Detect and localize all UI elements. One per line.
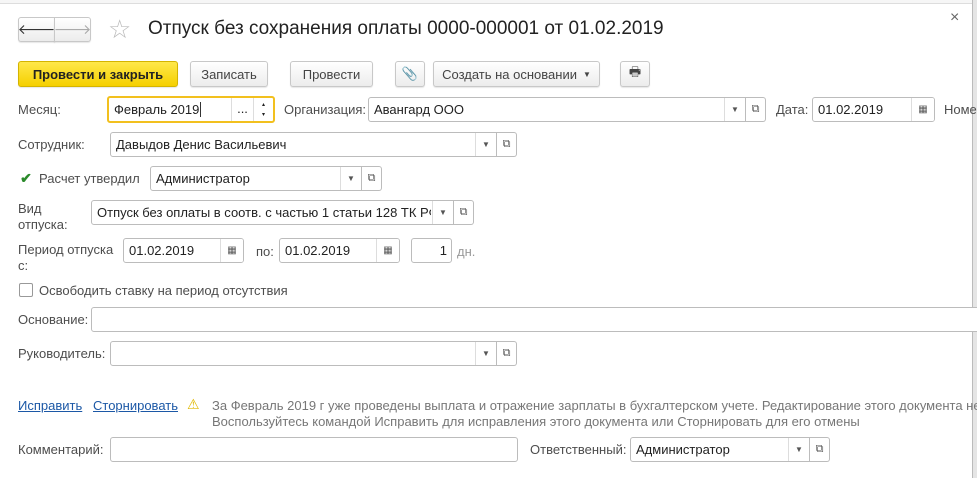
period-to-label: по: xyxy=(256,244,274,259)
manager-input[interactable]: ▼ xyxy=(110,341,497,366)
attach-button[interactable]: 📎 xyxy=(395,61,425,87)
open-icon[interactable]: ⧉ xyxy=(454,200,474,225)
employee-input[interactable]: Давыдов Денис Васильевич ▼ xyxy=(110,132,497,157)
print-button[interactable]: 🖶 xyxy=(620,61,650,87)
month-label: Месяц: xyxy=(18,102,61,117)
days-unit: дн. xyxy=(457,244,476,259)
dropdown-icon[interactable]: ▼ xyxy=(788,438,809,461)
forward-button[interactable]: 🡒 xyxy=(54,17,91,42)
responsible-label: Ответственный: xyxy=(530,442,627,457)
create-based-label: Создать на основании xyxy=(442,66,577,82)
calendar-icon[interactable]: ▦ xyxy=(220,239,243,262)
approved-label: Расчет утвердил xyxy=(39,171,140,186)
comment-input[interactable] xyxy=(110,437,518,462)
approved-by-value: Администратор xyxy=(156,171,250,186)
month-input[interactable]: Февраль 2019 ... ▴ ▾ xyxy=(107,96,275,123)
employee-value: Давыдов Денис Васильевич xyxy=(116,137,287,152)
responsible-value: Администратор xyxy=(636,442,730,457)
comment-label: Комментарий: xyxy=(18,442,104,457)
open-icon[interactable]: ⧉ xyxy=(497,132,517,157)
post-and-close-button[interactable]: Провести и закрыть xyxy=(18,61,178,87)
page-title: Отпуск без сохранения оплаты 0000-000001… xyxy=(148,18,664,39)
warning-line-2: Воспользуйтесь командой Исправить для ис… xyxy=(212,414,860,429)
arrow-left-icon: 🡐 xyxy=(17,21,56,37)
release-rate-label: Освободить ставку на период отсутствия xyxy=(39,283,288,298)
top-border xyxy=(0,0,977,4)
fix-link[interactable]: Исправить xyxy=(18,398,82,413)
reverse-link[interactable]: Сторнировать xyxy=(93,398,178,413)
number-label: Номе xyxy=(944,102,977,117)
month-value: Февраль 2019 xyxy=(114,102,200,117)
dropdown-icon[interactable]: ▼ xyxy=(432,201,453,224)
date-value: 01.02.2019 xyxy=(818,102,884,117)
open-icon[interactable]: ⧉ xyxy=(497,341,517,366)
release-rate-checkbox[interactable] xyxy=(19,283,33,297)
star-icon[interactable]: ☆ xyxy=(108,14,131,45)
org-value: Авангард ООО xyxy=(374,102,464,117)
approved-checkbox[interactable]: ✔ xyxy=(19,170,33,186)
calendar-icon[interactable]: ▦ xyxy=(376,239,399,262)
spin-button[interactable]: ▴ ▾ xyxy=(253,98,273,121)
leave-type-label-1: Вид xyxy=(18,201,42,216)
leave-type-input[interactable]: Отпуск без оплаты в соотв. с частью 1 ст… xyxy=(91,200,454,225)
open-icon[interactable]: ⧉ xyxy=(746,97,766,122)
basis-label: Основание: xyxy=(18,312,89,327)
leave-type-value: Отпуск без оплаты в соотв. с частью 1 ст… xyxy=(97,205,431,220)
days-value: 1 xyxy=(439,243,447,258)
create-based-button[interactable]: Создать на основании ▼ xyxy=(433,61,600,87)
period-to-value: 01.02.2019 xyxy=(285,243,351,258)
dropdown-icon[interactable]: ▼ xyxy=(475,133,496,156)
arrow-right-icon: 🡒 xyxy=(53,21,92,37)
approved-by-input[interactable]: Администратор ▼ xyxy=(150,166,362,191)
dropdown-icon[interactable]: ▼ xyxy=(340,167,361,190)
period-from-input[interactable]: 01.02.2019 ▦ xyxy=(123,238,244,263)
chevron-down-icon: ▼ xyxy=(582,69,591,79)
calendar-icon[interactable]: ▦ xyxy=(911,98,934,121)
dropdown-icon[interactable]: ▼ xyxy=(724,98,745,121)
period-label-2: с: xyxy=(18,258,29,273)
employee-label: Сотрудник: xyxy=(18,137,85,152)
days-input[interactable]: 1 xyxy=(411,238,452,263)
date-label: Дата: xyxy=(776,102,809,117)
org-input[interactable]: Авангард ООО ▼ xyxy=(368,97,746,122)
select-button[interactable]: ... xyxy=(231,98,253,121)
period-label-1: Период отпуска xyxy=(18,242,114,257)
date-input[interactable]: 01.02.2019 ▦ xyxy=(812,97,935,122)
close-icon[interactable]: × xyxy=(950,9,959,27)
responsible-input[interactable]: Администратор ▼ xyxy=(630,437,810,462)
save-button[interactable]: Записать xyxy=(190,61,268,87)
dropdown-icon[interactable]: ▼ xyxy=(475,342,496,365)
warning-icon: ⚠ xyxy=(187,396,200,412)
basis-input[interactable] xyxy=(91,307,977,332)
leave-type-label-2: отпуска: xyxy=(18,217,68,232)
open-icon[interactable]: ⧉ xyxy=(362,166,382,191)
back-button[interactable]: 🡐 xyxy=(18,17,55,42)
warning-line-1: За Февраль 2019 г уже проведены выплата … xyxy=(212,398,977,413)
post-button[interactable]: Провести xyxy=(290,61,373,87)
period-to-input[interactable]: 01.02.2019 ▦ xyxy=(279,238,400,263)
open-icon[interactable]: ⧉ xyxy=(810,437,830,462)
printer-icon: 🖶 xyxy=(628,64,642,79)
org-label: Организация: xyxy=(284,102,367,117)
period-from-value: 01.02.2019 xyxy=(129,243,195,258)
paperclip-icon: 📎 xyxy=(401,66,419,81)
manager-label: Руководитель: xyxy=(18,346,106,361)
